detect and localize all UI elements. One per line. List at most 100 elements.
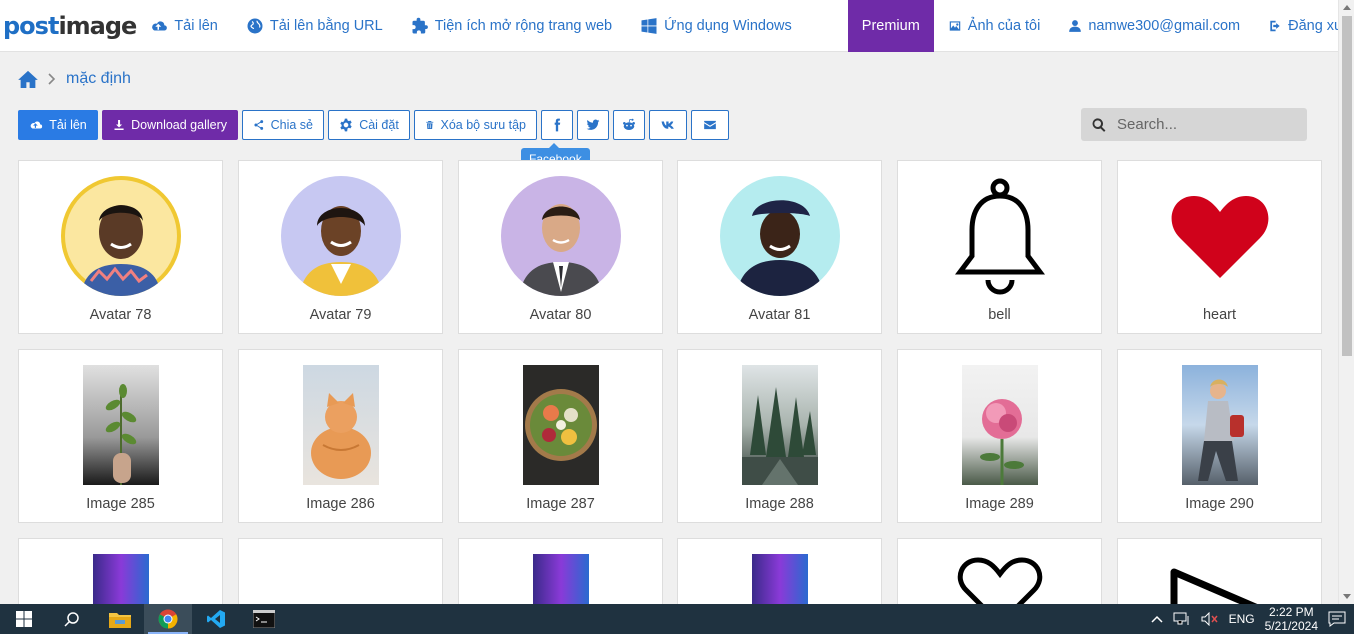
gallery-item[interactable] [458, 538, 663, 614]
nav-upload-url[interactable]: Tải lên bằng URL [232, 0, 397, 52]
share-twitter-button[interactable] [577, 110, 609, 140]
gallery-item[interactable]: Image 285 [18, 349, 223, 523]
nav-windows-app[interactable]: Ứng dụng Windows [626, 0, 806, 52]
gallery-item[interactable] [897, 538, 1102, 608]
gallery-item-caption: Avatar 79 [309, 307, 372, 323]
top-navbar: postimage Tải lên Tải lên bằng URL Tiện … [0, 0, 1354, 52]
envelope-icon [704, 120, 716, 130]
globe-icon [247, 18, 263, 33]
gallery-item[interactable] [238, 538, 443, 608]
gallery-item-caption: Image 286 [306, 496, 375, 512]
postimage-logo[interactable]: postimage [0, 12, 137, 40]
home-icon[interactable] [18, 70, 38, 88]
download-gallery-button[interactable]: Download gallery [102, 110, 238, 140]
gallery-item-caption: Image 289 [965, 496, 1034, 512]
clock-date: 5/21/2024 [1264, 619, 1318, 633]
avatar-image [719, 176, 840, 296]
gallery-item[interactable]: Avatar 81 [677, 160, 882, 334]
terminal-icon[interactable] [240, 604, 288, 634]
share-facebook-button[interactable] [541, 110, 573, 140]
volume-muted-icon[interactable] [1201, 612, 1219, 626]
twitter-icon [586, 119, 600, 130]
file-explorer-icon[interactable] [96, 604, 144, 634]
share-reddit-button[interactable] [613, 110, 645, 140]
gallery-item[interactable]: Image 288 [677, 349, 882, 523]
share-email-button[interactable] [691, 110, 729, 140]
share-icon [254, 120, 264, 130]
sign-out-icon [1270, 20, 1280, 31]
gallery-item-caption: bell [988, 307, 1011, 323]
trash-icon [426, 121, 434, 129]
share-vk-button[interactable] [649, 110, 687, 140]
windows-icon [641, 17, 657, 34]
gallery-item-caption: Image 285 [86, 496, 155, 512]
system-tray: ENG 2:22 PM 5/21/2024 [1151, 604, 1354, 634]
heart-icon [1160, 176, 1280, 296]
share-button[interactable]: Chia sẻ [242, 110, 324, 140]
cloud-upload-icon [152, 20, 168, 30]
windows-taskbar: ENG 2:22 PM 5/21/2024 [0, 604, 1354, 634]
gallery-item[interactable]: Avatar 78 [18, 160, 223, 334]
gallery-item[interactable] [18, 538, 223, 614]
scroll-down-arrow-icon[interactable] [1343, 594, 1351, 599]
windows-start-icon[interactable] [0, 604, 48, 634]
image-icon [949, 20, 961, 31]
gallery-item[interactable]: Avatar 79 [238, 160, 443, 334]
chevron-up-icon[interactable] [1151, 615, 1163, 623]
scroll-up-arrow-icon[interactable] [1343, 5, 1351, 10]
cloud-upload-icon [30, 121, 43, 129]
user-icon [1069, 19, 1082, 32]
gallery-item[interactable] [677, 538, 882, 614]
breadcrumb: mặc định [18, 70, 131, 88]
taskbar-search-icon[interactable] [48, 604, 96, 634]
vscode-icon[interactable] [192, 604, 240, 634]
settings-button[interactable]: Cài đặt [328, 110, 410, 140]
cat-photo [302, 365, 379, 485]
nav-premium[interactable]: Premium [847, 0, 934, 52]
gallery-item-caption: Image 287 [526, 496, 595, 512]
breadcrumb-current[interactable]: mặc định [66, 70, 131, 88]
play-icon [1160, 554, 1280, 607]
nav-extensions[interactable]: Tiện ích mở rộng trang web [397, 0, 626, 52]
search-icon [1092, 117, 1106, 132]
gallery-item-caption: heart [1202, 307, 1237, 323]
gallery-item[interactable] [1117, 538, 1322, 608]
avatar-image [280, 176, 401, 296]
notification-icon[interactable] [1328, 611, 1346, 627]
chrome-icon[interactable] [144, 604, 192, 634]
chevron-right-icon [48, 73, 56, 85]
input-language[interactable]: ENG [1229, 612, 1255, 626]
puzzle-icon [412, 17, 428, 33]
vertical-scrollbar[interactable] [1338, 0, 1354, 604]
search-box [1081, 108, 1307, 141]
gallery-item-caption: Image 290 [1185, 496, 1254, 512]
food-bowl-photo [522, 365, 599, 485]
gallery-item[interactable]: bell [897, 160, 1102, 334]
gear-icon [340, 118, 352, 132]
gallery-item-caption: Avatar 81 [748, 307, 811, 323]
gallery-item[interactable]: Image 286 [238, 349, 443, 523]
heart-outline-icon [940, 554, 1060, 607]
gallery-item[interactable]: Image 289 [897, 349, 1102, 523]
gallery-item-caption: Image 288 [745, 496, 814, 512]
download-icon [114, 119, 124, 131]
network-icon[interactable] [1173, 612, 1191, 626]
search-input[interactable] [1117, 116, 1287, 133]
nav-upload[interactable]: Tải lên [136, 0, 232, 52]
nav-account[interactable]: namwe300@gmail.com [1054, 0, 1254, 52]
forest-photo [741, 365, 818, 485]
gallery-item[interactable]: Image 290 [1117, 349, 1322, 523]
avatar-image [60, 176, 181, 296]
gallery-item[interactable]: Image 287 [458, 349, 663, 523]
gallery-item[interactable]: heart [1117, 160, 1322, 334]
upload-button[interactable]: Tải lên [18, 110, 98, 140]
taskbar-clock[interactable]: 2:22 PM 5/21/2024 [1265, 605, 1318, 633]
woman-photo [1181, 365, 1258, 485]
gallery-item[interactable]: Avatar 80 [458, 160, 663, 334]
gallery-item-caption: Avatar 80 [529, 307, 592, 323]
nav-my-images[interactable]: Ảnh của tôi [934, 0, 1055, 52]
gallery-toolbar: Tải lên Download gallery Chia sẻ Cài đặt… [18, 110, 729, 140]
facebook-icon [554, 118, 561, 132]
delete-collection-button[interactable]: Xóa bộ sưu tập [414, 110, 537, 140]
scrollbar-thumb[interactable] [1342, 16, 1352, 356]
